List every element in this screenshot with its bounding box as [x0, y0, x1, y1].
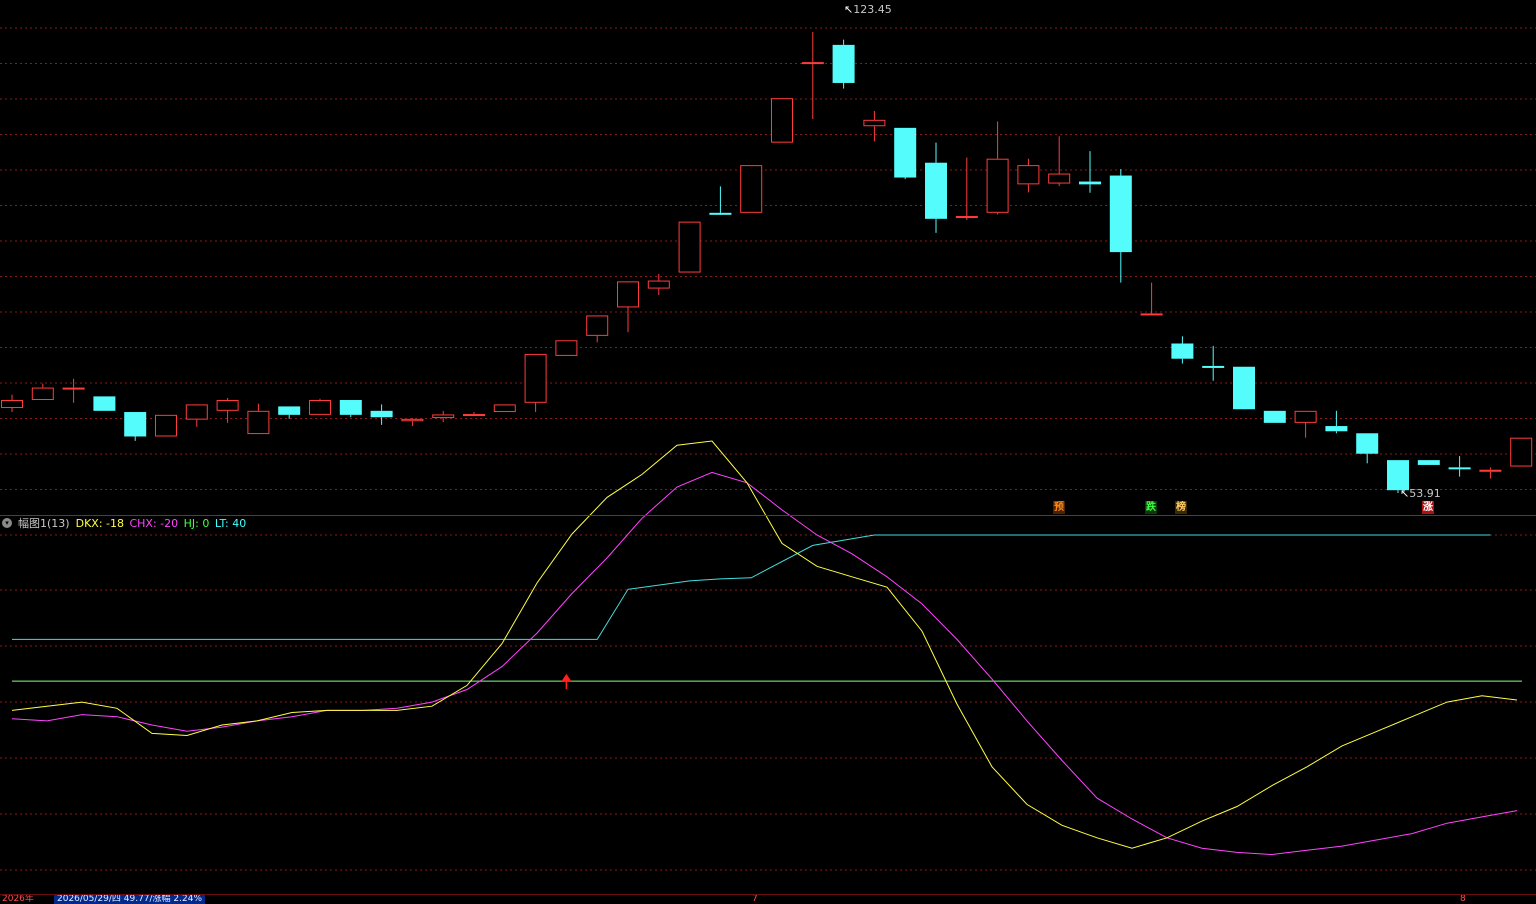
low-price-label: ↖53.91 — [1400, 487, 1441, 500]
candle-body — [1109, 175, 1132, 253]
candle-body — [1510, 437, 1533, 467]
chx-value: CHX: -20 — [129, 516, 179, 530]
candle-body — [1017, 165, 1040, 185]
candle-body — [555, 340, 578, 356]
marker-forecast[interactable]: 预 — [1053, 501, 1065, 514]
candle-body — [1263, 410, 1286, 423]
candle-body — [124, 412, 147, 437]
candle-body — [1, 400, 23, 409]
candle-body — [247, 410, 270, 435]
indicator-values: DKX: -18 CHX: -20 HJ: 0 LT: 40 — [76, 517, 249, 530]
candle-body — [1356, 433, 1379, 454]
candle-body — [93, 396, 116, 411]
candle-body — [771, 98, 793, 143]
high-price-label: ↖123.45 — [844, 3, 892, 16]
candle-body — [740, 165, 763, 213]
candle-body — [432, 414, 455, 419]
candle-body — [832, 44, 855, 83]
candle-body — [339, 400, 362, 415]
candle-body — [1479, 469, 1502, 472]
candle-body — [1387, 460, 1409, 491]
candle-body — [493, 404, 516, 413]
collapse-icon[interactable]: ▾ — [2, 518, 12, 528]
candle-body — [894, 127, 917, 178]
candle-body — [370, 410, 393, 418]
hj-value: HJ: 0 — [183, 516, 210, 530]
marker-drop[interactable]: 跌 — [1145, 501, 1157, 514]
candle-body — [617, 281, 639, 308]
candle-body — [1140, 313, 1163, 316]
candle-body — [31, 387, 54, 401]
candle-body — [1202, 365, 1225, 368]
candle-body — [309, 400, 331, 415]
candle-body — [1448, 467, 1471, 470]
candle-body — [1294, 410, 1317, 423]
candle-body — [401, 418, 424, 422]
candle-body — [955, 216, 978, 219]
dkx-line — [11, 440, 1518, 849]
marker-rise[interactable]: 涨 — [1422, 501, 1434, 514]
dkx-value: DKX: -18 — [75, 516, 124, 530]
candle-body — [1048, 173, 1071, 184]
candle-body — [801, 62, 824, 65]
lt-value: LT: 40 — [214, 516, 247, 530]
candle-body — [1233, 366, 1255, 410]
candle-body — [524, 353, 547, 403]
candle-body — [925, 162, 947, 219]
indicator-lines — [11, 440, 1522, 856]
candle-body — [586, 315, 609, 336]
candle-body — [463, 414, 485, 417]
candle-body — [216, 400, 239, 411]
grid-lines — [0, 27, 1536, 871]
candle-body — [278, 406, 301, 415]
candlesticks — [1, 32, 1533, 493]
kline-chart[interactable] — [0, 0, 1536, 903]
candle-body — [185, 404, 208, 420]
candle-body — [1325, 426, 1348, 432]
candle-body — [1171, 343, 1194, 359]
candle-body — [155, 414, 177, 437]
candle-body — [1079, 181, 1101, 185]
marker-list[interactable]: 榜 — [1175, 501, 1187, 514]
candle-body — [678, 221, 701, 273]
buy-arrow-icon — [560, 673, 572, 690]
candle-body — [62, 387, 85, 390]
indicator-header: ▾ 幅图1(13) DKX: -18 CHX: -20 HJ: 0 LT: 40 — [2, 515, 248, 531]
candle-body — [709, 212, 732, 215]
candle-body — [863, 119, 886, 127]
candle-body — [986, 158, 1009, 213]
indicator-name[interactable]: 幅图1(13) — [18, 515, 70, 531]
candle-body — [647, 280, 670, 289]
candle-body — [1417, 460, 1440, 465]
lt-line — [12, 534, 1491, 640]
